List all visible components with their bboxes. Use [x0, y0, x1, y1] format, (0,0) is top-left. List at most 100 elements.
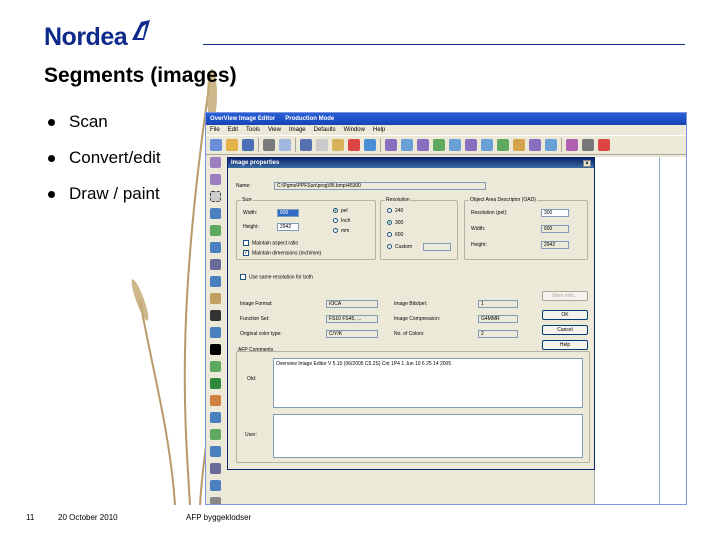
delete-icon[interactable] — [598, 139, 610, 151]
resolution-custom-radio[interactable]: Custom — [387, 244, 412, 250]
size-group: Size Width: 600 Height: 2942 pel Inch mm… — [236, 197, 376, 260]
zoom-icon[interactable] — [210, 327, 221, 338]
menu-help[interactable]: Help — [373, 127, 385, 133]
help-button[interactable]: Help — [542, 340, 588, 350]
open-icon[interactable] — [226, 139, 238, 151]
arrow-icon[interactable] — [210, 242, 221, 253]
resolution-group: Resolution 240 300 600 Custom — [380, 197, 458, 260]
menu-file[interactable]: File — [210, 127, 220, 133]
user-comment-area[interactable] — [273, 414, 583, 458]
menu-window[interactable]: Window — [344, 127, 365, 133]
footer-date: 20 October 2010 — [58, 513, 118, 522]
tool-icon[interactable] — [449, 139, 461, 151]
logo-wordmark: Nordea — [44, 23, 128, 51]
tool-icon[interactable] — [545, 139, 557, 151]
tool-icon[interactable] — [385, 139, 397, 151]
function-set-label: Function Set: — [240, 316, 270, 322]
old-label: Old: — [247, 376, 257, 382]
pencil-icon[interactable] — [210, 157, 221, 168]
bullet-dot-icon — [48, 118, 55, 126]
cancel-button[interactable]: Cancel — [542, 325, 588, 335]
save-icon[interactable] — [242, 139, 254, 151]
custom-resolution-input[interactable] — [423, 243, 451, 251]
crosshair-icon[interactable] — [210, 463, 221, 474]
checkbox-icon — [240, 274, 246, 280]
ok-button[interactable]: OK — [542, 310, 588, 320]
green-color-icon[interactable] — [210, 378, 221, 389]
tool-icon[interactable] — [210, 446, 221, 457]
tool-icon[interactable] — [210, 259, 221, 270]
maintain-dimensions-checkbox[interactable]: ✓ Maintain dimensions (inch/mm) — [243, 250, 321, 256]
oad-width-label: Width: — [471, 226, 486, 232]
line-icon[interactable] — [210, 208, 221, 219]
original-color-label: Original color type: — [240, 331, 282, 337]
image-compression-label: Image Compression: — [394, 316, 441, 322]
print-icon[interactable] — [263, 139, 275, 151]
tool-icon[interactable] — [481, 139, 493, 151]
menu-tools[interactable]: Tools — [246, 127, 260, 133]
oad-height-field: 2942 — [541, 241, 569, 249]
height-input[interactable]: 2942 — [277, 223, 299, 231]
cut-icon[interactable] — [300, 139, 312, 151]
fill-icon[interactable] — [210, 225, 221, 236]
radio-selected-icon — [333, 208, 338, 214]
unit-mm-radio[interactable]: mm — [333, 228, 349, 234]
resolution-240-radio[interactable]: 240 — [387, 208, 403, 214]
tool-icon[interactable] — [210, 395, 221, 406]
unit-inch-radio[interactable]: Inch — [333, 218, 350, 224]
pen-icon[interactable] — [210, 174, 221, 185]
bullet-item: Scan — [48, 104, 161, 140]
undo-icon[interactable] — [348, 139, 360, 151]
same-resolution-checkbox[interactable]: Use same resolution for both — [240, 274, 313, 280]
menu-defaults[interactable]: Defaults — [314, 127, 336, 133]
oad-resolution-label: Resolution (pel): — [471, 210, 508, 216]
resolution-600-radio[interactable]: 600 — [387, 232, 403, 238]
old-comment-area[interactable]: Overview Image Editor V 5.10 (06/2005 C5… — [273, 358, 583, 408]
tool-icon[interactable] — [465, 139, 477, 151]
tool-icon[interactable] — [529, 139, 541, 151]
bullet-item: Draw / paint — [48, 176, 161, 212]
palette-icon[interactable] — [210, 361, 221, 372]
new-icon[interactable] — [210, 139, 222, 151]
menu-view[interactable]: View — [268, 127, 281, 133]
tool-icon[interactable] — [433, 139, 445, 151]
maintain-aspect-checkbox[interactable]: Maintain aspect ratio — [243, 240, 298, 246]
tool-icon[interactable] — [210, 480, 221, 491]
tool-icon[interactable] — [513, 139, 525, 151]
radio-selected-icon — [387, 220, 392, 226]
unit-pel-radio[interactable]: pel — [333, 208, 348, 214]
menu-image[interactable]: Image — [289, 127, 306, 133]
preview-icon[interactable] — [279, 139, 291, 151]
width-label: Width: — [243, 210, 258, 216]
image-bits-label: Image Bits/pel: — [394, 301, 428, 307]
select-icon[interactable] — [210, 191, 221, 202]
resolution-300-radio[interactable]: 300 — [387, 220, 403, 226]
menu-edit[interactable]: Edit — [228, 127, 238, 133]
tool-icon[interactable] — [210, 429, 221, 440]
tool-icon[interactable] — [401, 139, 413, 151]
eraser-icon[interactable] — [566, 139, 578, 151]
tool-icon[interactable] — [210, 497, 221, 504]
width-input[interactable]: 600 — [277, 209, 299, 217]
checkbox-icon — [243, 240, 249, 246]
color-icon[interactable] — [210, 310, 221, 321]
oad-resolution-input[interactable]: 300 — [541, 209, 569, 217]
tool-icon[interactable] — [582, 139, 594, 151]
tool-icon[interactable] — [417, 139, 429, 151]
object-area-group-label: Object Area Descriptor (OAD) — [469, 197, 537, 203]
toolbar-separator — [561, 138, 562, 152]
bullet-list: Scan Convert/edit Draw / paint — [48, 104, 161, 212]
more-info-button[interactable]: More Info... — [542, 291, 588, 301]
black-color-icon[interactable] — [210, 344, 221, 355]
name-field[interactable]: C:\Pgms\PPFSun\prog\95.bmp\45300 — [274, 182, 486, 190]
rotate-icon[interactable] — [210, 412, 221, 423]
height-label: Height: — [243, 224, 259, 230]
paste-icon[interactable] — [332, 139, 344, 151]
close-icon[interactable]: × — [583, 159, 591, 167]
redo-icon[interactable] — [364, 139, 376, 151]
image-canvas[interactable] — [594, 157, 686, 504]
tool-icon[interactable] — [497, 139, 509, 151]
brush-icon[interactable] — [210, 293, 221, 304]
text-icon[interactable] — [210, 276, 221, 287]
copy-icon[interactable] — [316, 139, 328, 151]
